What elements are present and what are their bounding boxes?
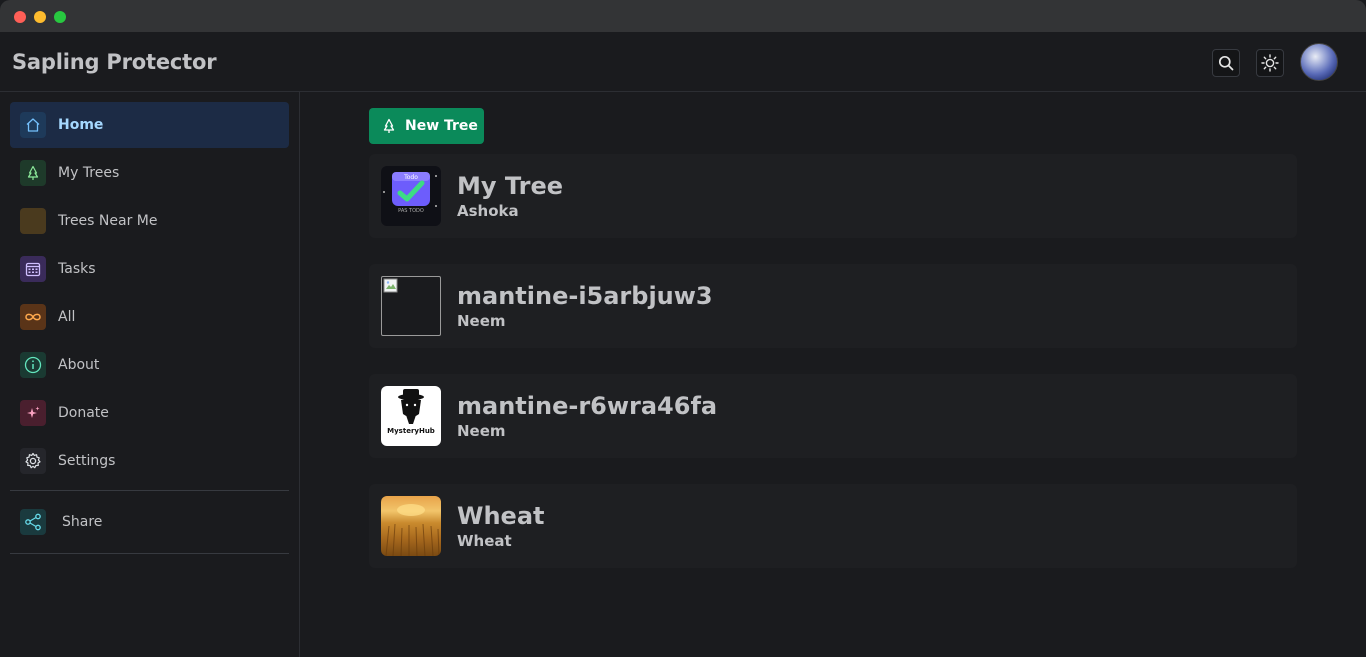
tree-icon — [20, 160, 46, 186]
new-tree-label: New Tree — [405, 118, 478, 134]
infinity-icon — [20, 304, 46, 330]
sun-icon — [1261, 54, 1279, 72]
tree-card[interactable]: MysteryHub mantine-r6wra46fa Neem — [369, 374, 1297, 458]
tree-card[interactable]: Wheat Wheat — [369, 484, 1297, 568]
broken-image — [381, 276, 441, 336]
sidebar-item-home[interactable]: Home — [10, 102, 289, 148]
new-tree-button[interactable]: New Tree — [369, 108, 484, 144]
info-icon — [20, 352, 46, 378]
tree-name: mantine-i5arbjuw3 — [457, 282, 713, 310]
sidebar-item-label: Share — [62, 514, 103, 530]
wheat-field-image — [381, 496, 441, 556]
tree-icon — [383, 118, 395, 133]
thumb-text-bottom: PAS TODO — [398, 208, 424, 214]
sidebar-item-label: Tasks — [58, 261, 96, 277]
tree-card-text: Wheat Wheat — [457, 502, 545, 550]
sidebar: Home My Trees Trees Near Me Tasks All Ab… — [0, 92, 300, 657]
window-titlebar — [0, 0, 1366, 32]
minimize-window-button[interactable] — [34, 11, 46, 23]
sidebar-item-donate[interactable]: Donate — [10, 390, 289, 436]
search-icon — [1218, 55, 1234, 71]
close-window-button[interactable] — [14, 11, 26, 23]
tree-card-text: mantine-r6wra46fa Neem — [457, 392, 717, 440]
tree-name: Wheat — [457, 502, 545, 530]
user-avatar[interactable] — [1300, 43, 1338, 81]
share-icon — [20, 509, 46, 535]
main-content: New Tree Todo PAS TODO My Tree Ashoka ma… — [300, 92, 1366, 657]
sidebar-item-my-trees[interactable]: My Trees — [10, 150, 289, 196]
app-window: Sapling Protector Home My Trees Trees Ne… — [0, 0, 1366, 657]
tree-species: Ashoka — [457, 202, 519, 220]
tree-card-text: mantine-i5arbjuw3 Neem — [457, 282, 713, 330]
app-header: Sapling Protector — [0, 32, 1366, 92]
mysteryhub-text: MysteryHub — [387, 427, 435, 435]
theme-toggle-button[interactable] — [1256, 49, 1284, 77]
sidebar-item-share[interactable]: Share — [10, 497, 289, 547]
gear-icon — [20, 448, 46, 474]
sidebar-item-all[interactable]: All — [10, 294, 289, 340]
sidebar-divider — [10, 490, 289, 491]
tree-card[interactable]: Todo PAS TODO My Tree Ashoka — [369, 154, 1297, 238]
sidebar-item-label: Settings — [58, 453, 116, 469]
sidebar-item-label: All — [58, 309, 76, 325]
sidebar-item-label: Donate — [58, 405, 109, 421]
app-title: Sapling Protector — [12, 49, 217, 74]
sidebar-item-trees-near-me[interactable]: Trees Near Me — [10, 198, 289, 244]
tree-name: mantine-r6wra46fa — [457, 392, 718, 420]
thumb-text-top: Todo — [404, 174, 418, 181]
sidebar-item-settings[interactable]: Settings — [10, 438, 289, 484]
tree-species: Wheat — [457, 532, 512, 550]
tree-card[interactable]: mantine-i5arbjuw3 Neem — [369, 264, 1297, 348]
sidebar-item-label: My Trees — [58, 165, 120, 181]
todo-app-image: Todo PAS TODO — [381, 166, 441, 226]
mysteryhub-logo: MysteryHub — [381, 386, 441, 446]
calendar-icon — [20, 256, 46, 282]
map-icon — [20, 208, 46, 234]
tree-species: Neem — [457, 312, 506, 330]
sidebar-divider — [10, 553, 289, 554]
tree-card-text: My Tree Ashoka — [457, 172, 563, 220]
sidebar-item-label: Home — [58, 117, 104, 133]
tree-species: Neem — [457, 422, 506, 440]
sidebar-item-tasks[interactable]: Tasks — [10, 246, 289, 292]
maximize-window-button[interactable] — [54, 11, 66, 23]
sidebar-item-about[interactable]: About — [10, 342, 289, 388]
sidebar-item-label: Trees Near Me — [58, 213, 158, 229]
tree-name: My Tree — [457, 172, 564, 200]
app-body: Home My Trees Trees Near Me Tasks All Ab… — [0, 92, 1366, 657]
home-icon — [20, 112, 46, 138]
search-button[interactable] — [1212, 49, 1240, 77]
sparkles-icon — [20, 400, 46, 426]
sidebar-item-label: About — [58, 357, 100, 373]
